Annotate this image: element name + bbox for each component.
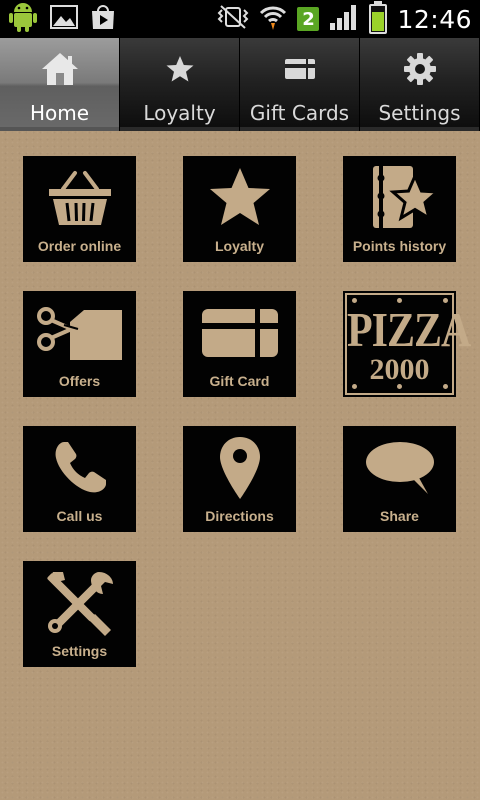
offers-tile[interactable]: Offers <box>23 291 136 397</box>
tile-label: Share <box>380 508 419 524</box>
logo-rivet <box>443 298 448 303</box>
gift-card-tile[interactable]: Gift Card <box>183 291 296 397</box>
card-icon <box>284 51 316 87</box>
tab-settings[interactable]: Settings <box>360 38 480 131</box>
pizza-2000-logo-tile[interactable]: PIZZA 2000 <box>343 291 471 397</box>
loyalty-tile[interactable]: Loyalty <box>183 156 296 262</box>
settings-tile[interactable]: Settings <box>23 561 136 667</box>
tab-gift-cards[interactable]: Gift Cards <box>240 38 360 131</box>
speech-bubble-icon <box>343 434 456 502</box>
tile-label: Offers <box>58 373 101 389</box>
gift-card-icon <box>183 299 296 367</box>
home-icon <box>40 51 80 87</box>
signal-icon <box>329 3 359 35</box>
points-history-tile[interactable]: Points history <box>343 156 456 262</box>
points-history-icon <box>343 164 456 232</box>
logo-rivet <box>397 298 402 303</box>
gallery-icon <box>50 5 78 33</box>
gear-icon <box>403 51 437 87</box>
tab-label: Gift Cards <box>249 101 350 125</box>
play-store-icon <box>90 4 116 34</box>
status-bar: 2 12:46 <box>0 0 480 38</box>
status-bar-system: 2 12:46 <box>217 1 472 35</box>
tab-indicator <box>240 127 359 131</box>
tab-label: Home <box>29 101 90 125</box>
tab-bar: Home Loyalty Gift Cards Settings <box>0 38 480 131</box>
phone-icon <box>23 434 136 502</box>
pizza-2000-logo: PIZZA 2000 <box>345 293 471 395</box>
tab-label: Settings <box>378 101 461 125</box>
share-tile[interactable]: Share <box>343 426 456 532</box>
logo-word: PIZZA <box>347 304 471 358</box>
map-pin-icon <box>183 434 296 502</box>
clock: 12:46 <box>397 4 472 34</box>
logo-number: 2000 <box>369 353 430 386</box>
directions-tile[interactable]: Directions <box>183 426 296 532</box>
tile-label: Settings <box>51 643 108 659</box>
tab-label: Loyalty <box>143 101 216 125</box>
notification-count-badge: 2 <box>297 7 320 31</box>
scissors-coupon-icon <box>23 299 136 367</box>
basket-icon <box>23 164 136 232</box>
tile-label: Call us <box>56 508 103 524</box>
star-icon <box>183 164 296 232</box>
tile-label: Points history <box>352 238 447 254</box>
tab-indicator <box>0 127 119 131</box>
tile-label: Order online <box>37 238 122 254</box>
vibrate-mute-icon <box>217 4 249 34</box>
star-icon <box>165 51 195 87</box>
call-us-tile[interactable]: Call us <box>23 426 136 532</box>
tile-label: Loyalty <box>214 238 264 254</box>
wrench-screwdriver-icon <box>23 569 136 637</box>
tab-home[interactable]: Home <box>0 38 120 131</box>
tab-indicator <box>360 127 479 131</box>
tile-label: Directions <box>205 508 274 524</box>
logo-rivet <box>352 298 357 303</box>
tab-indicator <box>120 127 239 131</box>
android-icon <box>8 1 38 37</box>
order-online-tile[interactable]: Order online <box>23 156 136 262</box>
status-bar-notifications <box>8 3 116 35</box>
tab-loyalty[interactable]: Loyalty <box>120 38 240 131</box>
battery-icon <box>369 1 388 34</box>
wifi-icon <box>259 3 287 35</box>
tile-label: Gift Card <box>209 373 270 389</box>
